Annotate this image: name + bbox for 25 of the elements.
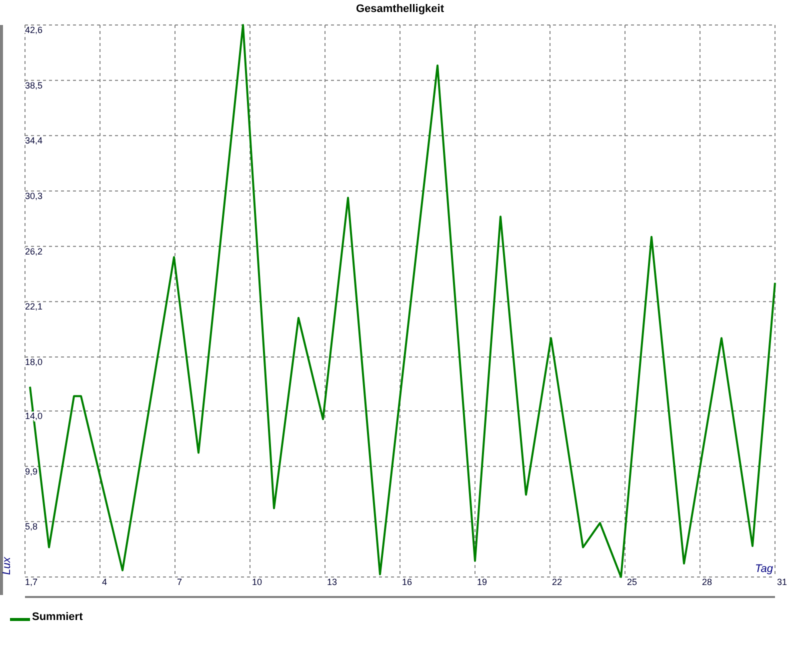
x-tick-label: 22: [552, 577, 562, 587]
y-axis-label: Lux: [1, 557, 13, 575]
y-tick-label: 22,1: [25, 302, 43, 312]
y-tick-label: 38,5: [25, 80, 43, 90]
x-tick-label: 25: [627, 577, 638, 587]
y-tick-label: 26,2: [25, 246, 43, 256]
x-tick-label: 31: [777, 577, 788, 587]
legend-swatch: [10, 618, 30, 620]
x-axis-label: Tag: [755, 563, 773, 575]
x-tick-label: 10: [252, 577, 262, 587]
y-tick-label: 42,6: [25, 25, 43, 35]
x-tick-label: 7: [177, 577, 182, 587]
x-tick-label: 13: [327, 577, 338, 587]
y-tick-label: 5,8: [25, 522, 38, 532]
x-tick-label: 28: [702, 577, 712, 587]
chart-title: Gesamthelligkeit: [356, 3, 444, 15]
x-tick-label: 19: [477, 577, 488, 587]
y-tick-label: 9,9: [25, 466, 38, 476]
y-tick-label: 1,7: [25, 577, 38, 587]
x-tick-label: 4: [102, 577, 108, 587]
y-tick-label: 34,4: [25, 136, 43, 146]
y-tick-label: 30,3: [25, 191, 43, 201]
y-tick-label: 18,0: [25, 357, 43, 367]
legend-label: Summiert: [32, 611, 83, 623]
x-tick-label: 16: [402, 577, 412, 587]
